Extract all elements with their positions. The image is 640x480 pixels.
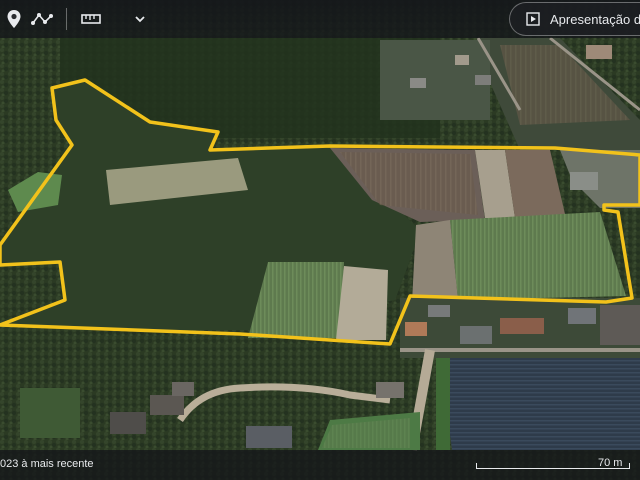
house (586, 45, 612, 59)
house (500, 318, 544, 334)
field-edge-green (436, 358, 450, 450)
house (150, 395, 184, 415)
presentation-button[interactable]: Apresentação de (509, 2, 640, 36)
house (405, 322, 427, 336)
scale-label: 70 m (598, 457, 623, 469)
toolbar-divider (66, 8, 67, 30)
crop-field-blue (440, 358, 640, 450)
chevron-down-icon (135, 16, 145, 23)
play-square-icon (526, 12, 540, 26)
greenhouse (570, 172, 598, 190)
house (246, 426, 292, 448)
more-tools-dropdown[interactable] (126, 6, 154, 32)
bare-field-south (336, 266, 388, 340)
house (428, 305, 450, 317)
location-pin-icon (7, 10, 21, 28)
measure-button[interactable] (77, 6, 105, 32)
satellite-map[interactable] (0, 0, 640, 480)
house (110, 412, 146, 434)
path-icon (31, 13, 53, 25)
house (376, 382, 404, 398)
map-footer: 023 à mais recente 70 m (0, 450, 640, 480)
crop-field-east (450, 212, 626, 300)
house (568, 308, 596, 324)
north-village (380, 40, 490, 120)
dirt-strip (412, 220, 458, 302)
imagery-date[interactable]: 023 à mais recente (0, 458, 94, 470)
location-button[interactable] (0, 6, 28, 32)
meadow (20, 388, 80, 438)
house (475, 75, 491, 85)
ruler-icon (81, 14, 101, 24)
house (460, 326, 492, 344)
map-toolbar: Apresentação de (0, 0, 640, 38)
shed (600, 305, 640, 345)
path-button[interactable] (28, 6, 56, 32)
house (455, 55, 469, 65)
presentation-label: Apresentação de (550, 11, 640, 27)
house (172, 382, 194, 396)
house (410, 78, 426, 88)
